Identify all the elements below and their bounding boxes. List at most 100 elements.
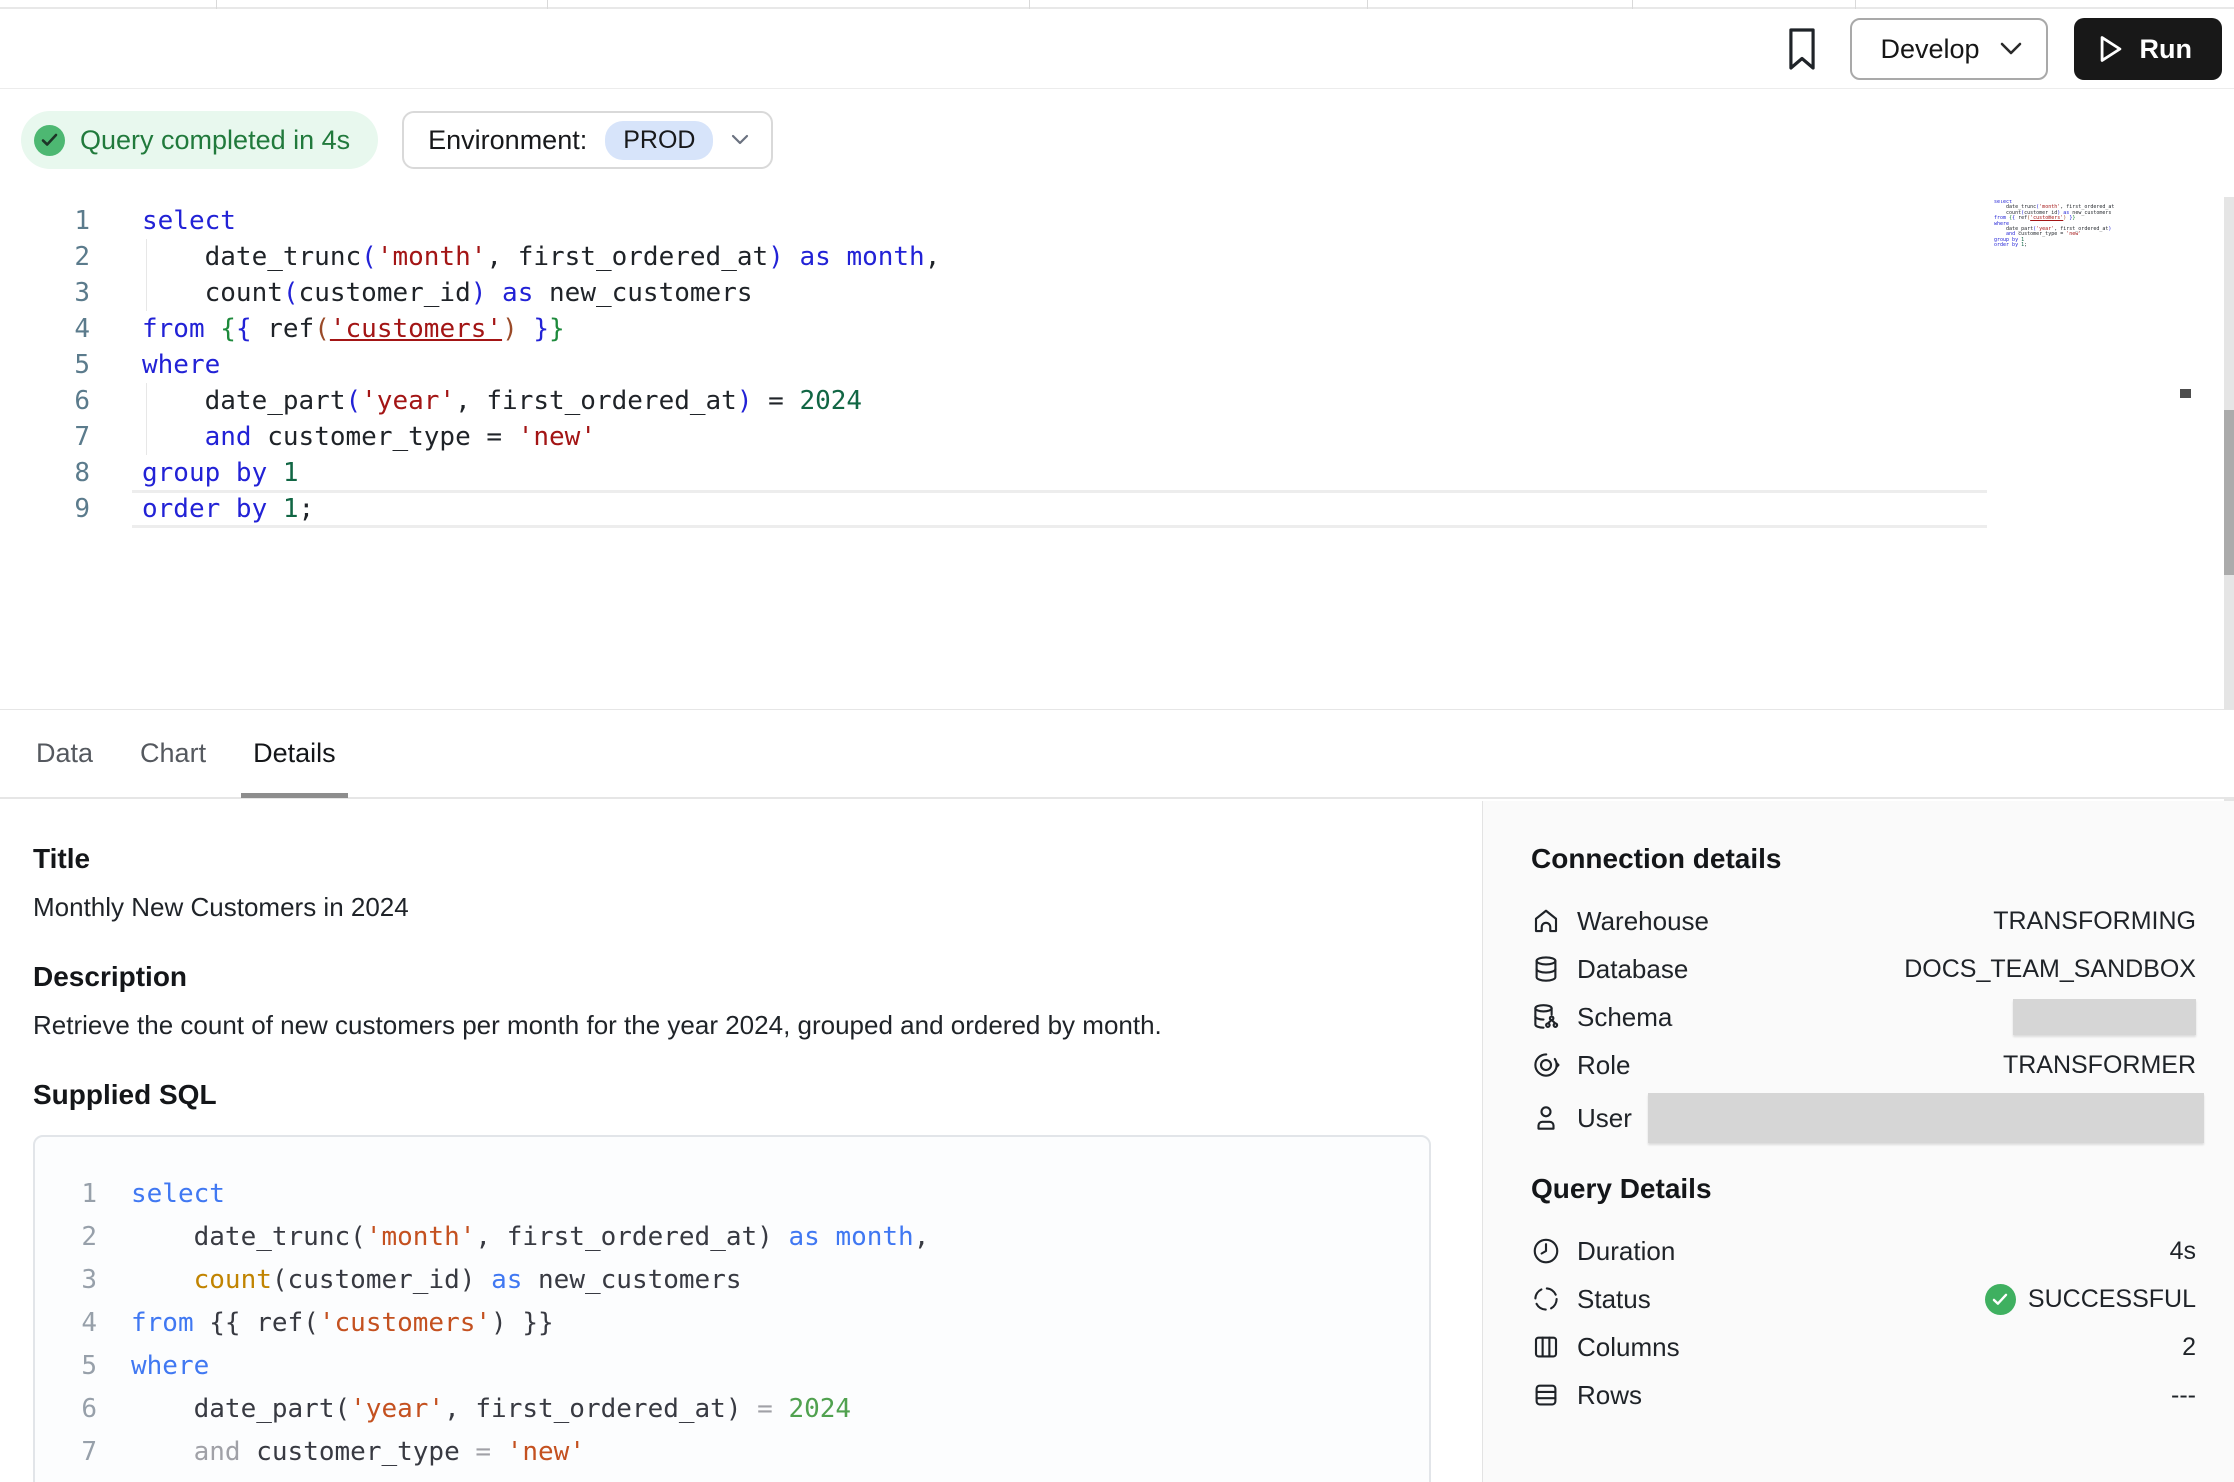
line-number: 6	[0, 383, 90, 419]
description-value: Retrieve the count of new customers per …	[33, 1010, 1432, 1041]
code-line: 5where	[35, 1345, 1429, 1388]
detail-row: Role TRANSFORMER	[1531, 1041, 2196, 1089]
chevron-down-icon	[731, 134, 749, 146]
sql-editor[interactable]: 1select2 date_trunc('month', first_order…	[0, 203, 1987, 527]
tab-details[interactable]: Details	[241, 709, 348, 798]
bookmark-icon[interactable]	[1780, 24, 1824, 74]
detail-label: Role	[1577, 1050, 1630, 1081]
detail-row: Status SUCCESSFUL	[1531, 1275, 2196, 1323]
detail-row: Database DOCS_TEAM_SANDBOX	[1531, 945, 2196, 993]
code-line[interactable]: 1select	[0, 203, 1987, 239]
toolbar: Develop Run	[0, 11, 2234, 87]
detail-label: Database	[1577, 954, 1688, 985]
code-line: order by 1;	[1994, 243, 2114, 248]
line-number: 3	[0, 275, 90, 311]
detail-value: DOCS_TEAM_SANDBOX	[1904, 955, 2196, 984]
line-number: 3	[35, 1259, 97, 1302]
indent-guide	[146, 383, 147, 455]
line-number: 4	[35, 1302, 97, 1345]
code-line[interactable]: 6 date_part('year', first_ordered_at) = …	[0, 383, 1987, 419]
environment-selector[interactable]: Environment: PROD	[402, 111, 773, 169]
code-line[interactable]: 3 count(customer_id) as new_customers	[0, 275, 1987, 311]
description-heading: Description	[33, 961, 1432, 993]
detail-row: Schema	[1531, 993, 2196, 1041]
code-line: 6 date_part('year', first_ordered_at) = …	[35, 1388, 1429, 1431]
detail-value: TRANSFORMING	[1993, 907, 2196, 936]
detail-row: Rows ---	[1531, 1371, 2196, 1419]
supplied-sql-code-block: 1select2 date_trunc('month', first_order…	[33, 1135, 1431, 1482]
develop-button[interactable]: Develop	[1850, 18, 2047, 80]
line-number: 1	[0, 203, 90, 239]
line-number: 9	[0, 491, 90, 527]
detail-row: User	[1531, 1089, 2196, 1147]
supplied-sql-heading: Supplied SQL	[33, 1079, 1432, 1111]
code-line: 1select	[35, 1173, 1429, 1216]
database-icon	[1531, 954, 1561, 984]
tab-chart[interactable]: Chart	[128, 709, 218, 798]
run-button-label: Run	[2140, 34, 2192, 65]
redacted-value	[2013, 999, 2196, 1035]
columns-icon	[1531, 1332, 1561, 1362]
detail-value: SUCCESSFUL	[1985, 1284, 2196, 1315]
role-icon	[1531, 1050, 1561, 1080]
results-tab-bar: Data Chart Details	[0, 710, 2234, 799]
page-scrollbar-thumb[interactable]	[2224, 410, 2234, 575]
detail-value: 4s	[2170, 1237, 2196, 1266]
detail-value: TRANSFORMER	[2003, 1051, 2196, 1080]
environment-label: Environment:	[428, 125, 587, 156]
code-line[interactable]: 4from {{ ref('customers') }}	[0, 311, 1987, 347]
success-check-icon	[1985, 1284, 2016, 1315]
environment-value-pill: PROD	[605, 121, 713, 160]
code-line[interactable]: 7 and customer_type = 'new'	[0, 419, 1987, 455]
code-line[interactable]: 5where	[0, 347, 1987, 383]
title-heading: Title	[33, 843, 1432, 875]
spinner-icon	[1531, 1284, 1561, 1314]
toolbar-divider	[0, 88, 2234, 89]
detail-value	[1648, 1093, 2196, 1143]
details-right-pane: Connection details Warehouse TRANSFORMIN…	[1482, 801, 2234, 1482]
detail-value: 2	[2182, 1333, 2196, 1362]
line-number: 5	[0, 347, 90, 383]
detail-value: ---	[2171, 1381, 2196, 1410]
query-details-list: Duration 4s Status SUCCESSFUL Columns 2 …	[1531, 1227, 2196, 1419]
schema-icon	[1531, 1002, 1561, 1032]
browser-tab-strip	[0, 0, 2234, 9]
line-number: 6	[35, 1388, 97, 1431]
chevron-down-icon	[2000, 42, 2022, 56]
line-number: 7	[35, 1431, 97, 1474]
detail-row: Duration 4s	[1531, 1227, 2196, 1275]
code-line[interactable]: 2 date_trunc('month', first_ordered_at) …	[0, 239, 1987, 275]
query-details-heading: Query Details	[1531, 1173, 2196, 1205]
redacted-value	[1648, 1093, 2204, 1143]
line-number: 2	[35, 1216, 97, 1259]
tab-data[interactable]: Data	[24, 709, 105, 798]
code-line[interactable]: 8group by 1	[0, 455, 1987, 491]
line-number: 1	[35, 1173, 97, 1216]
query-status-badge: Query completed in 4s	[21, 111, 378, 169]
code-line: 3 count(customer_id) as new_customers	[35, 1259, 1429, 1302]
detail-label: Rows	[1577, 1380, 1642, 1411]
detail-label: User	[1577, 1103, 1632, 1134]
title-value: Monthly New Customers in 2024	[33, 892, 1432, 923]
indent-guide	[146, 239, 147, 311]
code-line[interactable]: 9order by 1;	[0, 491, 1987, 527]
details-left-pane: Title Monthly New Customers in 2024 Desc…	[0, 801, 1482, 1482]
line-number: 2	[0, 239, 90, 275]
detail-label: Schema	[1577, 1002, 1672, 1033]
detail-label: Duration	[1577, 1236, 1675, 1267]
detail-row: Warehouse TRANSFORMING	[1531, 897, 2196, 945]
detail-label: Status	[1577, 1284, 1651, 1315]
line-number: 5	[35, 1345, 97, 1388]
run-button[interactable]: Run	[2074, 18, 2222, 80]
detail-label: Columns	[1577, 1332, 1680, 1363]
editor-scrollbar-marker[interactable]	[2180, 389, 2191, 398]
editor-minimap[interactable]: select date_trunc('month', first_ordered…	[1994, 200, 2114, 260]
clock-icon	[1531, 1236, 1561, 1266]
success-check-icon	[34, 125, 65, 156]
line-number: 8	[35, 1474, 97, 1482]
play-icon	[2098, 35, 2124, 63]
line-number: 4	[0, 311, 90, 347]
details-content: Title Monthly New Customers in 2024 Desc…	[0, 801, 2234, 1482]
rows-icon	[1531, 1380, 1561, 1410]
code-line: 2 date_trunc('month', first_ordered_at) …	[35, 1216, 1429, 1259]
